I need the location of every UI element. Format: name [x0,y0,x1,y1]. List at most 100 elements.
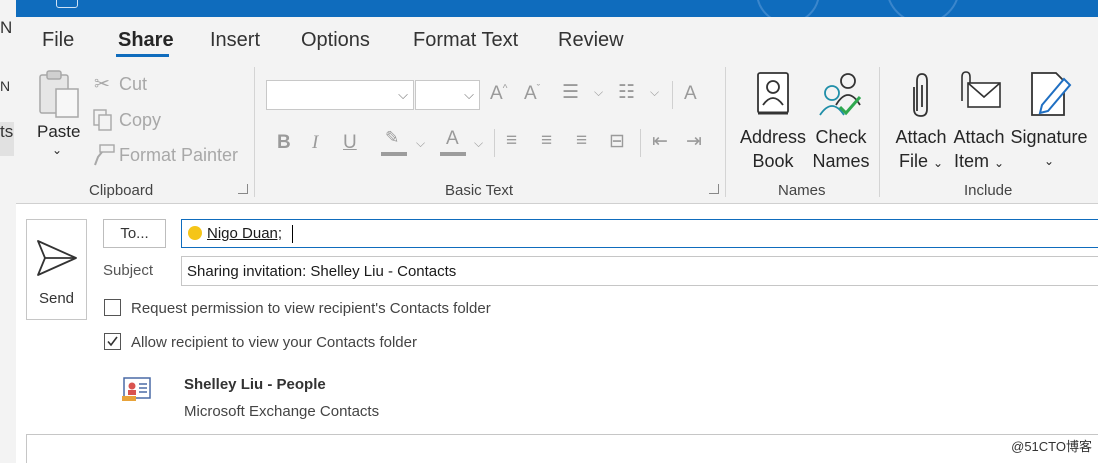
chevron-down-icon: ⌄ [52,143,63,157]
to-field[interactable]: Nigo Duan; [181,219,1098,248]
decrease-indent-icon[interactable]: ⇤ [652,130,668,153]
paste-label: Paste [37,122,81,141]
scissors-icon: ✂ [94,74,110,95]
attachment-subtitle: Microsoft Exchange Contacts [184,403,380,420]
tab-share[interactable]: Share [118,29,174,52]
italic-icon[interactable]: I [312,132,318,154]
check-names-icon [819,73,862,116]
bullets-icon[interactable]: ☰ [562,81,579,104]
increase-indent-icon[interactable]: ⇥ [686,130,702,153]
attach-item-label-line2-text: Item [953,151,989,171]
tab-file[interactable]: File [42,29,74,52]
allow-view-label: Allow recipient to view your Contacts fo… [131,334,417,351]
background-fragment: ts [0,122,14,141]
divider [672,81,673,109]
copy-label: Copy [119,110,162,130]
signature-icon [1031,72,1072,116]
tab-review[interactable]: Review [558,29,624,52]
attach-file-label-line2: File ⌄ [892,149,950,175]
save-icon[interactable] [56,0,78,8]
attach-item-button[interactable]: Attach Item ⌄ [950,69,1008,179]
bold-icon[interactable]: B [277,132,291,154]
format-painter-label: Format Painter [119,145,239,165]
tab-insert[interactable]: Insert [210,29,260,52]
title-decoration [756,0,820,17]
copy-button[interactable]: Copy [92,108,182,132]
format-painter-button[interactable]: Format Painter [92,143,262,167]
attach-file-label-line2-text: File [898,151,928,171]
chevron-down-icon[interactable]: ⌵ [650,85,659,100]
message-body[interactable] [26,434,1098,463]
align-center-icon[interactable]: ≡ [541,130,552,152]
text-caret [292,225,293,243]
grow-font-icon[interactable]: A^ [490,83,507,105]
background-fragment: N [0,18,13,37]
recipient-name[interactable]: Nigo Duan; [207,225,282,242]
ribbon-tabs: File Share Insert Options Format Text Re… [16,17,1098,63]
request-permission-checkbox[interactable] [104,299,121,316]
chevron-down-icon[interactable]: ⌵ [474,136,483,151]
group-separator [879,67,880,197]
cut-button[interactable]: ✂ Cut [94,73,174,97]
attach-item-label-line1: Attach [953,127,1005,147]
font-name-combobox[interactable]: ⌵ [266,80,414,110]
undo-icon[interactable] [96,0,106,6]
presence-clock-icon [188,226,202,240]
attach-file-label-line1: Attach [895,127,947,147]
underline-icon[interactable]: U [343,132,357,154]
copy-icon [93,109,112,131]
justify-icon[interactable]: ⊟ [609,130,625,153]
paste-button[interactable]: Paste ⌄ [30,69,86,169]
ribbon: Paste ⌄ ✂ Cut Copy Format Painter Clipbo… [16,63,1098,204]
subject-field[interactable]: Sharing invitation: Shelley Liu - Contac… [181,256,1098,286]
checkmark-icon [107,336,118,347]
tab-options[interactable]: Options [301,29,370,52]
chevron-down-icon[interactable]: ⌵ [594,85,603,100]
shrink-font-icon[interactable]: Aˇ [524,83,540,105]
attachment-title[interactable]: Shelley Liu - People [184,376,326,393]
numbering-icon[interactable]: ☷ [618,81,635,104]
send-icon [37,240,77,276]
basic-text-launcher-icon[interactable] [709,184,719,194]
allow-view-checkbox[interactable] [104,333,121,350]
send-button[interactable]: Send [26,219,87,320]
to-button[interactable]: To... [103,219,166,248]
chevron-down-icon: ⌵ [464,87,474,102]
subject-label: Subject [103,262,154,279]
background-window-strip: N N ts [0,0,16,463]
attach-item-icon [961,71,1001,108]
address-book-label-line1: Address [739,127,807,147]
clipboard-group-label: Clipboard [89,182,154,199]
include-group-label: Include [964,182,1013,199]
address-book-button[interactable]: Address Book [738,69,808,179]
align-left-icon[interactable]: ≡ [506,130,517,152]
subject-value: Sharing invitation: Shelley Liu - Contac… [187,263,457,280]
highlight-icon[interactable]: ✎ [381,128,407,156]
font-color-icon[interactable]: A [440,128,466,156]
chevron-down-icon: ⌵ [398,87,408,102]
chevron-down-icon[interactable]: ⌵ [416,136,425,151]
contacts-folder-icon[interactable] [122,376,152,402]
chevron-down-icon: ⌄ [993,156,1005,170]
clipboard-launcher-icon[interactable] [238,184,248,194]
group-separator [725,67,726,197]
watermark: @51CTO博客 [1011,439,1092,454]
check-names-button[interactable]: Check Names [810,69,872,179]
tab-format-text[interactable]: Format Text [413,29,518,52]
paste-icon [39,70,79,118]
signature-button[interactable]: Signature ⌄ [1010,69,1088,179]
font-size-combobox[interactable]: ⌵ [415,80,480,110]
attach-file-button[interactable]: Attach File ⌄ [892,69,950,179]
align-right-icon[interactable]: ≡ [576,130,587,152]
check-names-label-line1: Check [815,127,867,147]
cut-label: Cut [119,74,148,94]
address-book-label-line2: Book [752,151,794,171]
names-group-label: Names [778,182,826,199]
group-separator [254,67,255,197]
divider [640,129,641,157]
active-tab-indicator [116,54,169,57]
divider [494,129,495,157]
clear-formatting-icon[interactable]: A [684,83,697,105]
background-fragment: N [0,78,11,94]
send-label: Send [38,290,75,307]
